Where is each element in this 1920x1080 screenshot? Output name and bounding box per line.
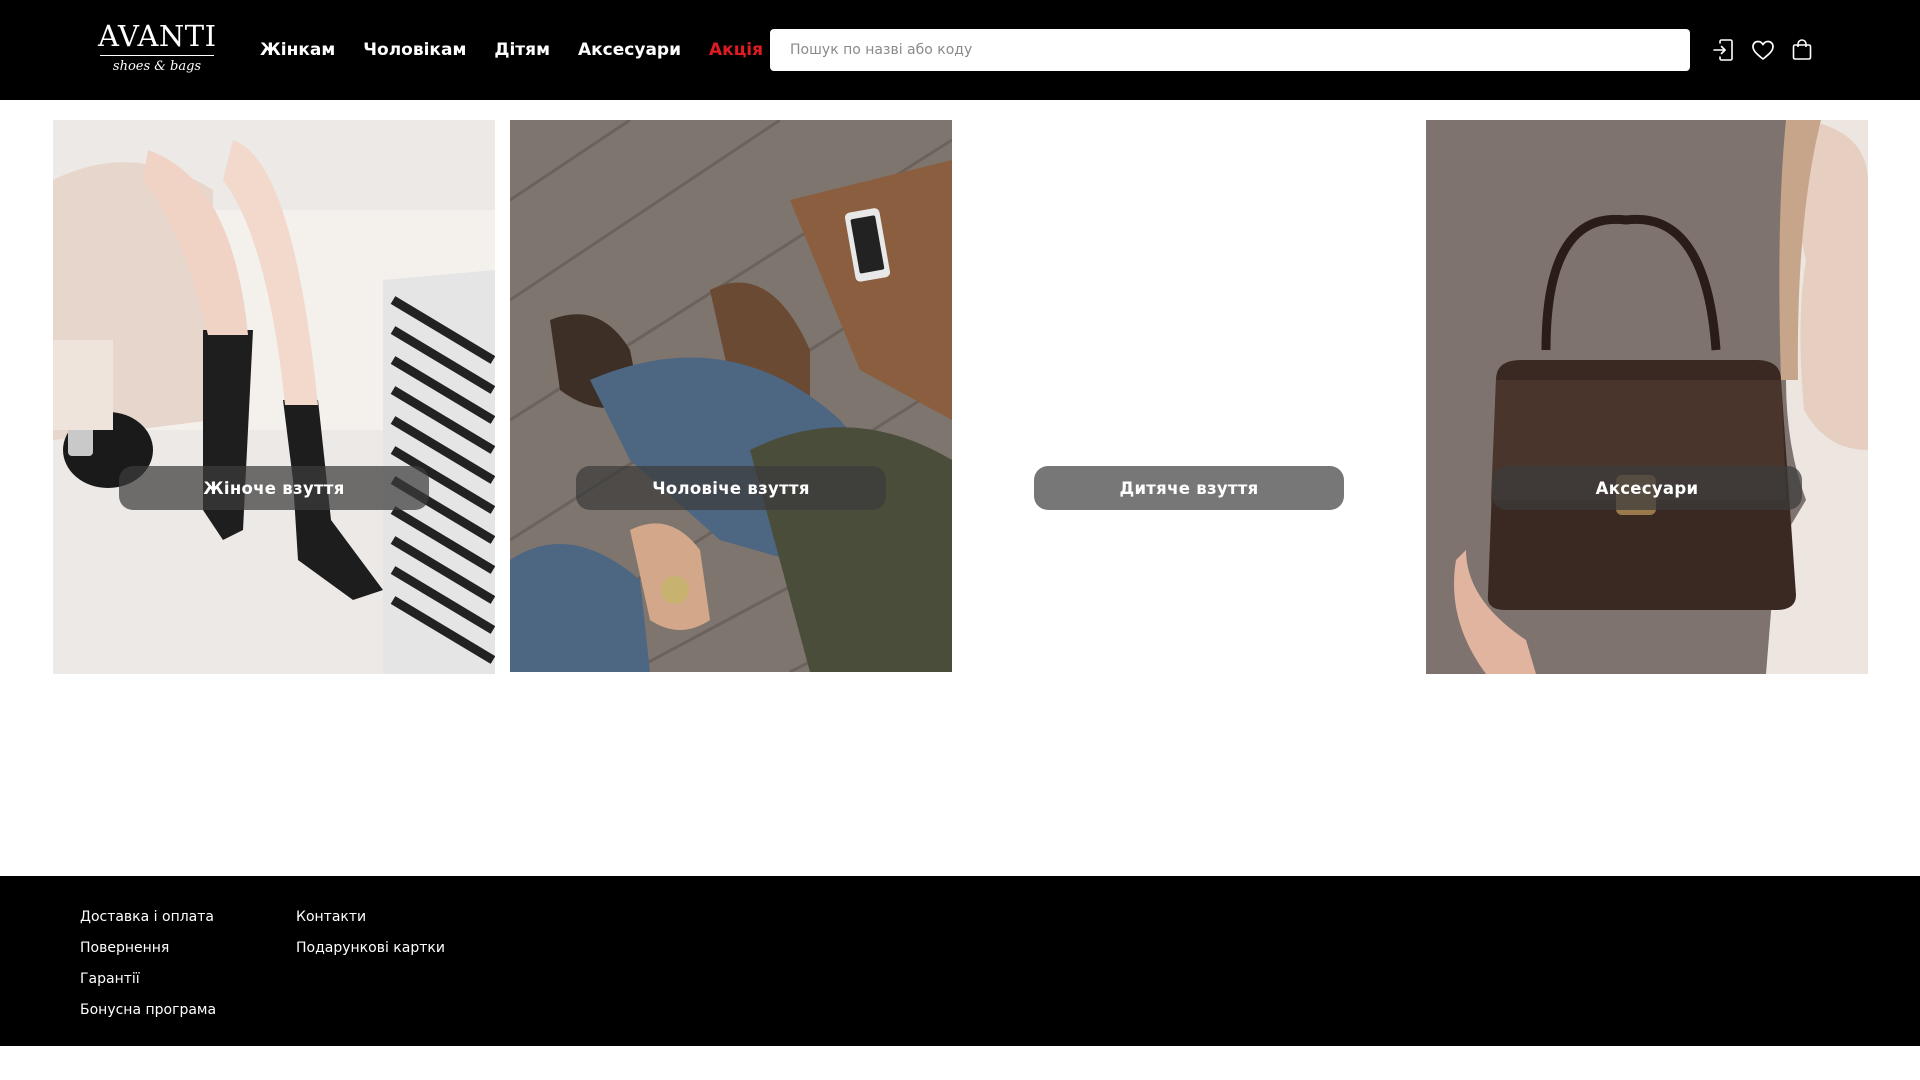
site-footer: Доставка і оплата Повернення Гарантії Бо… — [0, 876, 1920, 1046]
footer-column-company: Контакти Подарункові картки — [296, 908, 445, 958]
heart-icon — [1752, 40, 1774, 60]
category-label: Чоловіче взуття — [576, 466, 886, 510]
cart-button[interactable] — [1788, 36, 1816, 64]
logo-text: AVANTI — [98, 19, 217, 53]
logo-tagline: shoes & bags — [112, 59, 202, 74]
men-shoes-image — [510, 120, 952, 672]
category-label: Дитяче взуття — [1034, 466, 1344, 510]
category-card-kids[interactable]: Дитяче взуття — [968, 120, 1410, 674]
footer-link-contacts[interactable]: Контакти — [296, 908, 445, 927]
category-card-men[interactable]: Чоловіче взуття — [510, 120, 952, 672]
main-nav: Жінкам Чоловікам Дітям Аксесуари Акція — [260, 38, 763, 62]
footer-link-returns[interactable]: Повернення — [80, 939, 216, 958]
nav-sale[interactable]: Акція — [709, 38, 763, 62]
search-input[interactable] — [770, 29, 1690, 71]
women-boots-image — [53, 120, 495, 674]
category-card-women[interactable]: Жіноче взуття — [53, 120, 495, 674]
handbag-image — [1426, 120, 1868, 674]
shopping-bag-icon — [1792, 39, 1812, 60]
favorites-button[interactable] — [1749, 36, 1777, 64]
footer-link-bonus[interactable]: Бонусна програма — [80, 1001, 216, 1020]
nav-women[interactable]: Жінкам — [260, 38, 335, 62]
login-icon — [1713, 39, 1733, 61]
category-label: Аксесуари — [1492, 466, 1802, 510]
footer-link-warranty[interactable]: Гарантії — [80, 970, 216, 989]
footer-link-gift-cards[interactable]: Подарункові картки — [296, 939, 445, 958]
nav-kids[interactable]: Дітям — [494, 38, 550, 62]
logo-divider — [100, 55, 214, 56]
login-button[interactable] — [1710, 36, 1738, 64]
site-header: AVANTI shoes & bags Жінкам Чоловікам Діт… — [0, 0, 1920, 100]
category-card-accessories[interactable]: Аксесуари — [1426, 120, 1868, 674]
nav-accessories[interactable]: Аксесуари — [578, 38, 681, 62]
footer-column-info: Доставка і оплата Повернення Гарантії Бо… — [80, 908, 216, 1020]
nav-men[interactable]: Чоловікам — [363, 38, 466, 62]
footer-link-delivery[interactable]: Доставка і оплата — [80, 908, 216, 927]
logo[interactable]: AVANTI shoes & bags — [98, 20, 216, 80]
category-label: Жіноче взуття — [119, 466, 429, 510]
